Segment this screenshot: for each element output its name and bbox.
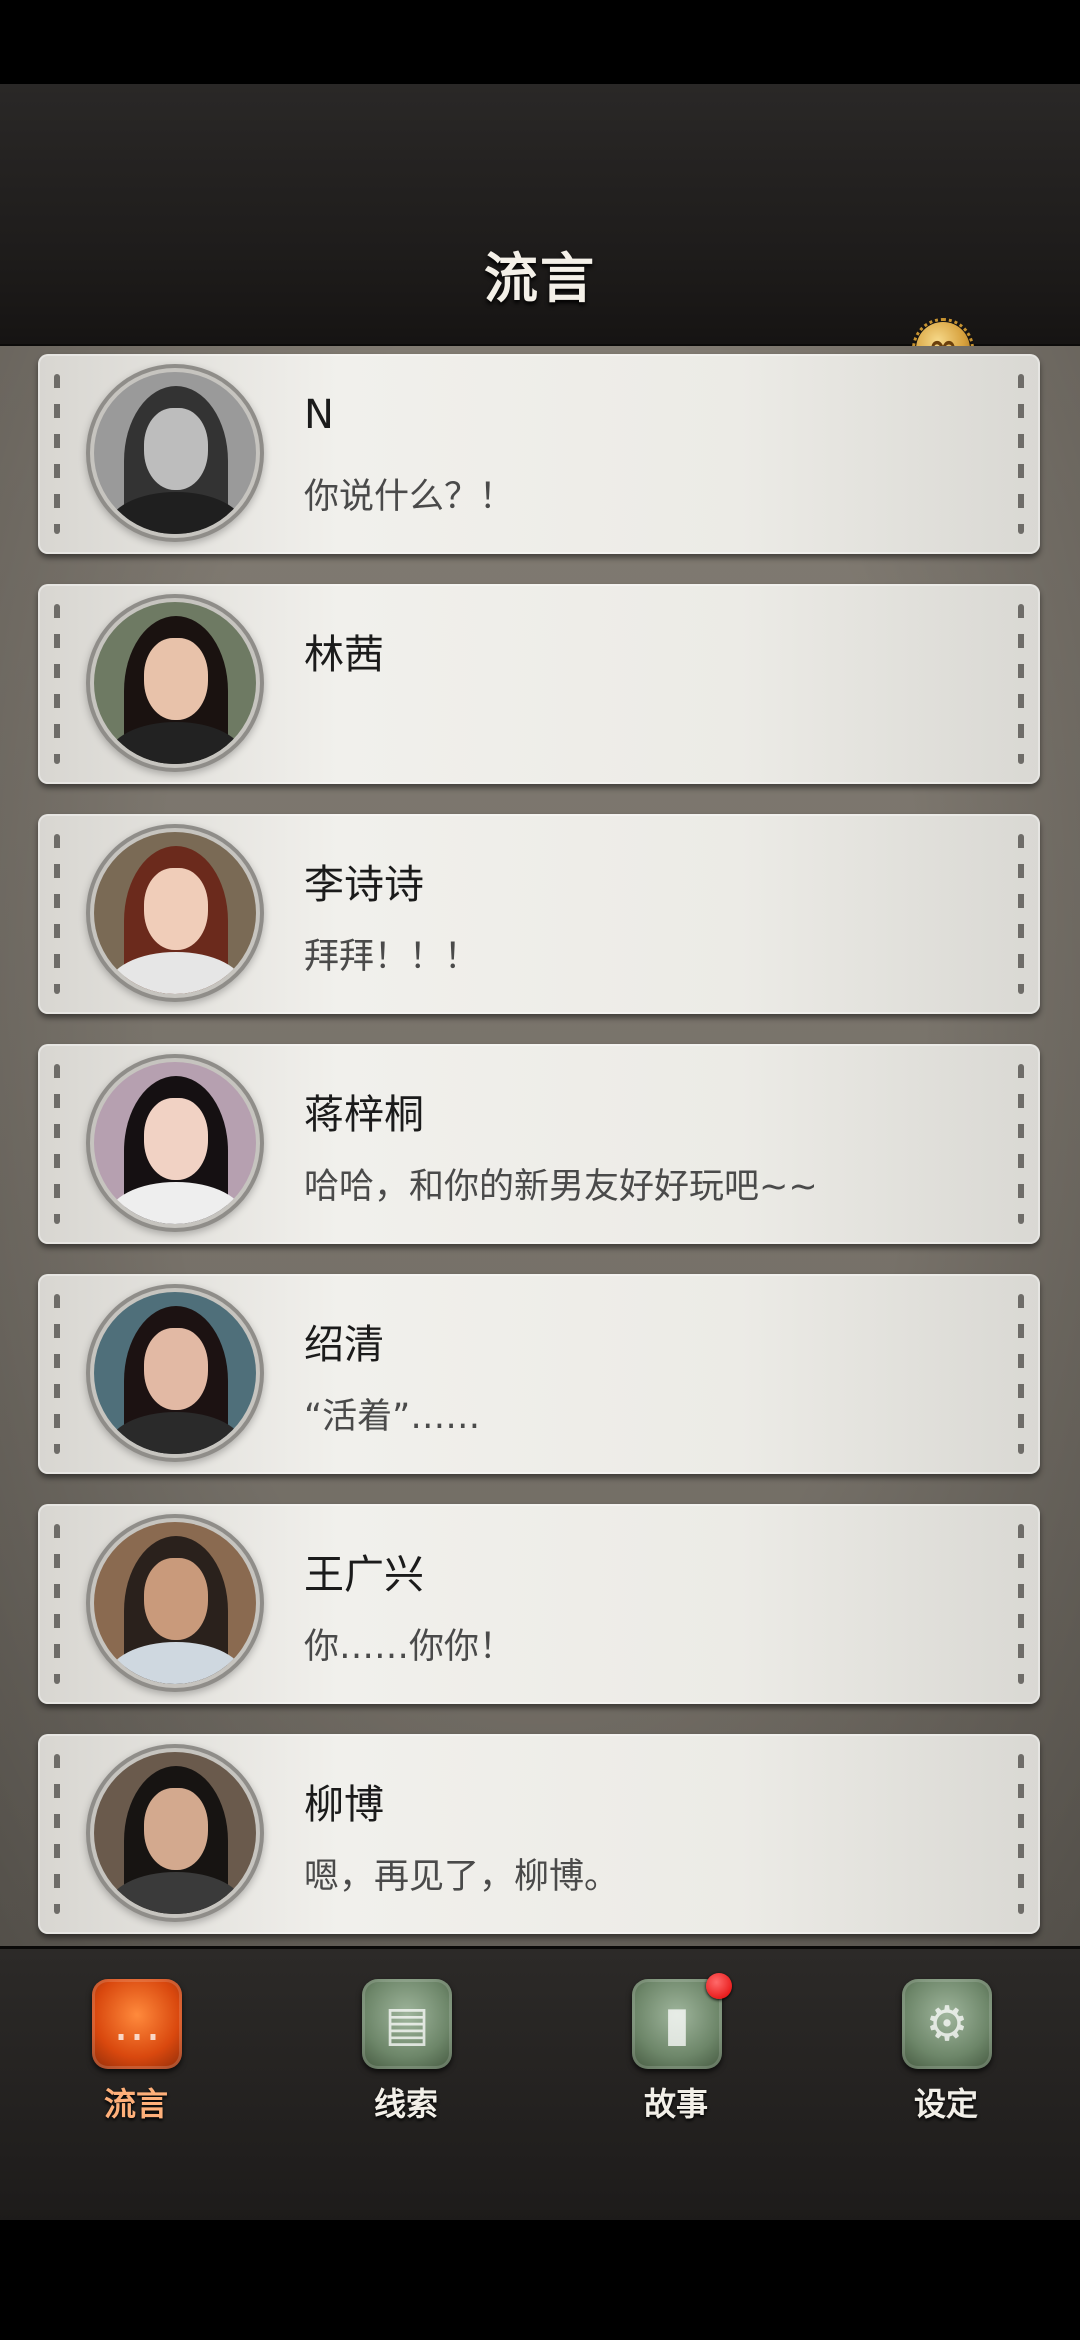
last-message: 嗯，再见了，柳博。: [304, 1857, 620, 1897]
contact-name: 李诗诗: [304, 862, 424, 908]
contact-name: N: [304, 392, 334, 438]
last-message: 拜拜！！！: [304, 937, 480, 977]
avatar-wangguangxing: [94, 1522, 256, 1684]
tab-rumors[interactable]: … 流言: [66, 1979, 206, 2129]
chat-item-wangguangxing[interactable]: 王广兴 你……你你！: [38, 1504, 1040, 1704]
status-bar: [0, 0, 1080, 84]
chat-item-liubo[interactable]: 柳博 嗯，再见了，柳博。: [38, 1734, 1040, 1934]
tab-settings[interactable]: ⚙ 设定: [876, 1979, 1016, 2129]
last-message: 哈哈，和你的新男友好好玩吧~~: [304, 1167, 818, 1207]
avatar-lishishi: [94, 832, 256, 994]
chat-item-jiangzitong[interactable]: 蒋梓桐 哈哈，和你的新男友好好玩吧~~: [38, 1044, 1040, 1244]
header: 流言 ∞: [0, 84, 1080, 380]
avatar-n: [94, 372, 256, 534]
last-message: 你说什么？！: [304, 477, 515, 517]
last-message: “活着”……: [304, 1397, 481, 1437]
system-navigation-bar: [0, 2220, 1080, 2340]
tab-label: 故事: [643, 2085, 708, 2123]
note-icon: ▤: [362, 1979, 452, 2069]
last-message: 你……你你！: [304, 1627, 515, 1667]
chat-item-shaoqing[interactable]: 绍清 “活着”……: [38, 1274, 1040, 1474]
tab-label: 流言: [103, 2085, 168, 2123]
bottom-tab-bar: … 流言 ▤ 线索 ▮ 故事 ⚙ 设定: [0, 1946, 1080, 2223]
contact-name: 王广兴: [304, 1552, 424, 1598]
chat-bubble-icon: …: [92, 1979, 182, 2069]
notification-badge: [706, 1973, 732, 1999]
avatar-jiangzitong: [94, 1062, 256, 1224]
tab-label: 线索: [373, 2085, 438, 2123]
tab-label: 设定: [913, 2085, 978, 2123]
chat-item-n[interactable]: N 你说什么？！: [38, 354, 1040, 554]
tab-story[interactable]: ▮ 故事: [606, 1973, 746, 2129]
contact-name: 林茜: [304, 632, 384, 678]
contact-name: 蒋梓桐: [304, 1092, 424, 1138]
avatar-liubo: [94, 1752, 256, 1914]
page-title: 流言: [484, 246, 596, 310]
gear-icon: ⚙: [902, 1979, 992, 2069]
avatar-shaoqing: [94, 1292, 256, 1454]
chat-list-panel: N 你说什么？！ 林茜 李诗诗 拜拜！！！ 蒋梓桐 哈哈，和你的新男友好好玩吧~…: [0, 346, 1080, 1946]
contact-name: 柳博: [304, 1782, 384, 1828]
tab-clues[interactable]: ▤ 线索: [336, 1979, 476, 2129]
contact-name: 绍清: [304, 1322, 384, 1368]
avatar-linxi: [94, 602, 256, 764]
chat-item-linxi[interactable]: 林茜: [38, 584, 1040, 784]
chat-item-lishishi[interactable]: 李诗诗 拜拜！！！: [38, 814, 1040, 1014]
